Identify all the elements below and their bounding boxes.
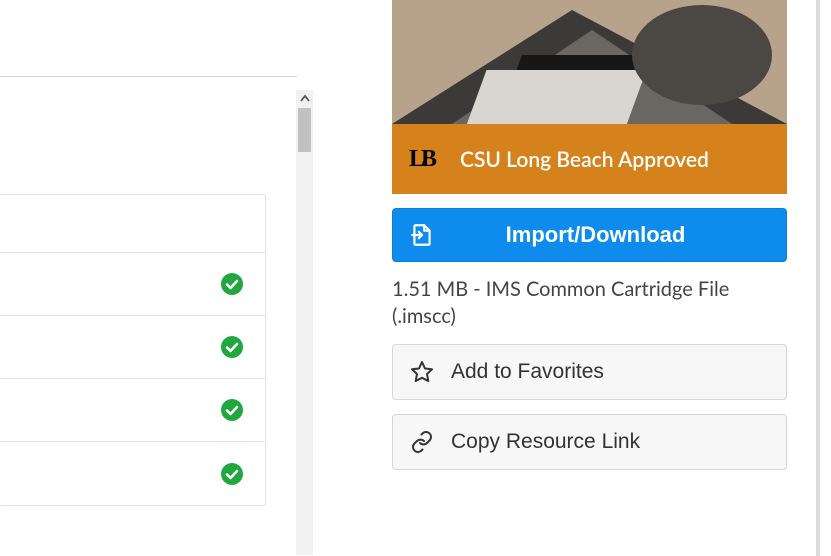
check-complete-icon [221,399,243,421]
star-icon [409,359,435,385]
copy-resource-link-label: Copy Resource Link [451,430,640,454]
check-complete-icon [221,463,243,485]
add-to-favorites-button[interactable]: Add to Favorites [392,344,787,400]
scroll-area [0,90,313,555]
approval-banner: LB CSU Long Beach Approved [392,124,787,194]
link-icon [409,429,435,455]
import-download-label: Import/Download [445,222,786,248]
check-complete-icon [221,336,243,358]
horizontal-divider [0,76,297,77]
resource-sidebar: LB CSU Long Beach Approved Import/Downlo… [392,0,787,470]
add-to-favorites-label: Add to Favorites [451,360,604,384]
scrollbar-thumb[interactable] [298,108,311,152]
approval-label: CSU Long Beach Approved [460,147,709,172]
institution-logo: LB [406,144,436,174]
check-complete-icon [221,273,243,295]
course-thumbnail [392,0,787,124]
checklist-card [0,194,266,506]
left-panel [0,0,395,556]
scroll-up-button[interactable] [296,90,313,107]
checklist-row[interactable] [0,442,265,505]
copy-resource-link-button[interactable]: Copy Resource Link [392,414,787,470]
checklist-row[interactable] [0,379,265,442]
vertical-divider [816,0,820,556]
checklist-header [0,195,265,253]
scrollbar-track[interactable] [296,90,313,555]
import-icon [409,222,435,248]
checklist-row[interactable] [0,316,265,379]
checklist-row[interactable] [0,253,265,316]
import-download-button[interactable]: Import/Download [392,208,787,262]
file-metadata: 1.51 MB - IMS Common Cartridge File (.im… [392,276,787,330]
